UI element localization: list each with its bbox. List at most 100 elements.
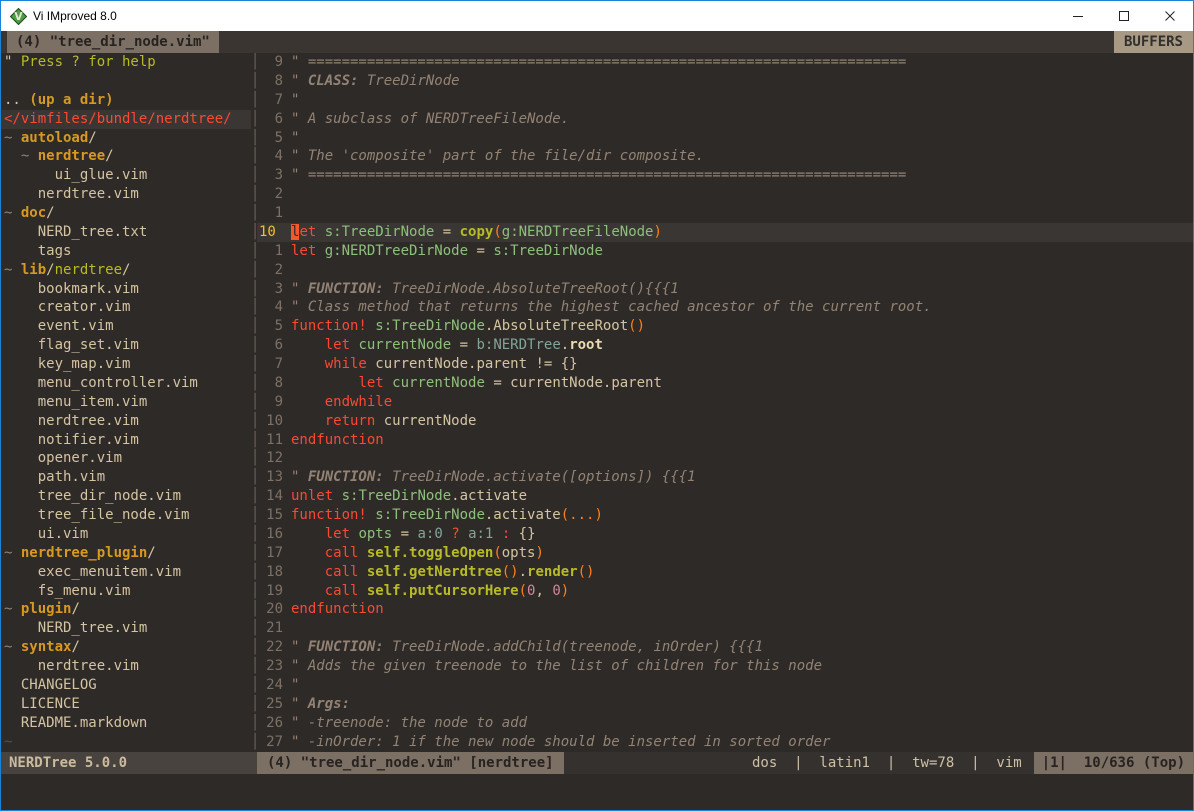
tree-item[interactable]: nerdtree.vim — [1, 412, 251, 431]
tree-item[interactable]: path.vim — [1, 468, 251, 487]
code-text: " Args: — [291, 695, 1193, 714]
code-line[interactable]: 1let g:NERDTreeDirNode = s:TreeDirNode — [257, 242, 1193, 261]
vim-icon: V — [9, 7, 27, 25]
line-number: 10 — [259, 412, 283, 431]
tree-item[interactable]: .. (up a dir) — [1, 91, 251, 110]
editor-panel[interactable]: 9" =====================================… — [257, 53, 1193, 752]
code-line[interactable]: 19 call self.putCursorHere(0, 0) — [257, 582, 1193, 601]
tree-item[interactable]: ~ — [1, 733, 251, 752]
code-text: " Adds the given treenode to the list of… — [291, 657, 1193, 676]
code-line[interactable]: 11endfunction — [257, 431, 1193, 450]
code-line[interactable]: 2 — [257, 261, 1193, 280]
line-number: 17 — [259, 544, 283, 563]
code-line[interactable]: 5function! s:TreeDirNode.AbsoluteTreeRoo… — [257, 317, 1193, 336]
tree-item[interactable]: ~ lib/nerdtree/ — [1, 261, 251, 280]
tree-item[interactable]: notifier.vim — [1, 431, 251, 450]
tree-text: ~ lib/nerdtree/ — [4, 261, 251, 280]
code-line[interactable]: 9" =====================================… — [257, 53, 1193, 72]
tree-item[interactable]: key_map.vim — [1, 355, 251, 374]
code-line[interactable]: 14unlet s:TreeDirNode.activate — [257, 487, 1193, 506]
code-line[interactable]: 4" The 'composite' part of the file/dir … — [257, 147, 1193, 166]
tree-item[interactable]: tree_file_node.vim — [1, 506, 251, 525]
close-button[interactable] — [1147, 1, 1193, 31]
code-line[interactable]: 8" CLASS: TreeDirNode — [257, 72, 1193, 91]
tree-item[interactable]: README.markdown — [1, 714, 251, 733]
command-line[interactable] — [1, 774, 1193, 810]
tab-active[interactable]: (4) "tree_dir_node.vim" — [7, 31, 219, 53]
tree-item[interactable]: creator.vim — [1, 298, 251, 317]
maximize-button[interactable] — [1101, 1, 1147, 31]
code-line[interactable]: 25" Args: — [257, 695, 1193, 714]
code-line[interactable]: 3" =====================================… — [257, 166, 1193, 185]
tree-item[interactable]: ~ autoload/ — [1, 129, 251, 148]
line-number: 19 — [259, 582, 283, 601]
tree-item[interactable]: exec_menuitem.vim — [1, 563, 251, 582]
statusline-file-info: (4) "tree_dir_node.vim" [nerdtree] — [257, 752, 564, 774]
tree-item[interactable]: ~ plugin/ — [1, 600, 251, 619]
tree-item[interactable]: bookmark.vim — [1, 280, 251, 299]
tree-item[interactable]: </vimfiles/bundle/nerdtree/ — [1, 110, 251, 129]
code-line[interactable]: 4" Class method that returns the highest… — [257, 298, 1193, 317]
code-line[interactable]: 26" -treenode: the node to add — [257, 714, 1193, 733]
code-line[interactable]: 22" FUNCTION: TreeDirNode.addChild(treen… — [257, 638, 1193, 657]
code-line[interactable]: 20endfunction — [257, 600, 1193, 619]
code-line[interactable]: 6 let currentNode = b:NERDTree.root — [257, 336, 1193, 355]
tree-text: opener.vim — [4, 449, 251, 468]
code-line[interactable]: 12 — [257, 449, 1193, 468]
tree-item[interactable]: nerdtree.vim — [1, 657, 251, 676]
line-number: 2 — [259, 185, 283, 204]
tree-item[interactable]: ui.vim — [1, 525, 251, 544]
code-line[interactable]: 24" — [257, 676, 1193, 695]
tree-text: " Press ? for help — [4, 53, 251, 72]
tree-text: tree_file_node.vim — [4, 506, 251, 525]
code-line[interactable]: 5" — [257, 129, 1193, 148]
tree-item[interactable]: menu_controller.vim — [1, 374, 251, 393]
code-line[interactable]: 2 — [257, 185, 1193, 204]
code-line[interactable]: 17 call self.toggleOpen(opts) — [257, 544, 1193, 563]
minimize-button[interactable] — [1055, 1, 1101, 31]
code-line[interactable]: 7" — [257, 91, 1193, 110]
tree-item[interactable]: NERD_tree.vim — [1, 619, 251, 638]
code-line[interactable]: 9 endwhile — [257, 393, 1193, 412]
tree-item[interactable]: " Press ? for help — [1, 53, 251, 72]
code-line[interactable]: 6" A subclass of NERDTreeFileNode. — [257, 110, 1193, 129]
tree-item[interactable]: tags — [1, 242, 251, 261]
tree-item[interactable]: ~ syntax/ — [1, 638, 251, 657]
code-line[interactable]: 15function! s:TreeDirNode.activate(...) — [257, 506, 1193, 525]
code-line[interactable]: 27" -inOrder: 1 if the new node should b… — [257, 733, 1193, 752]
code-line[interactable]: 18 call self.getNerdtree().render() — [257, 563, 1193, 582]
tree-item[interactable]: menu_item.vim — [1, 393, 251, 412]
tree-item[interactable] — [1, 72, 251, 91]
tree-item[interactable]: ~ nerdtree/ — [1, 147, 251, 166]
line-number: 7 — [259, 355, 283, 374]
tree-text: .. (up a dir) — [4, 91, 251, 110]
code-line[interactable]: 8 let currentNode = currentNode.parent — [257, 374, 1193, 393]
tree-item[interactable]: tree_dir_node.vim — [1, 487, 251, 506]
code-line[interactable]: 1 — [257, 204, 1193, 223]
code-line[interactable]: 13" FUNCTION: TreeDirNode.activate([opti… — [257, 468, 1193, 487]
tree-item[interactable]: fs_menu.vim — [1, 582, 251, 601]
tree-item[interactable]: nerdtree.vim — [1, 185, 251, 204]
code-line[interactable]: 10 return currentNode — [257, 412, 1193, 431]
tree-item[interactable]: flag_set.vim — [1, 336, 251, 355]
code-line[interactable]: 16 let opts = a:0 ? a:1 : {} — [257, 525, 1193, 544]
code-line[interactable]: 10let s:TreeDirNode = copy(g:NERDTreeFil… — [257, 223, 1193, 242]
code-line[interactable]: 23" Adds the given treenode to the list … — [257, 657, 1193, 676]
code-text: let currentNode = b:NERDTree.root — [291, 336, 1193, 355]
tree-item[interactable]: ~ nerdtree_plugin/ — [1, 544, 251, 563]
line-number: 9 — [259, 393, 283, 412]
tree-item[interactable]: NERD_tree.txt — [1, 223, 251, 242]
tree-item[interactable]: event.vim — [1, 317, 251, 336]
code-line[interactable]: 21 — [257, 619, 1193, 638]
line-number: 13 — [259, 468, 283, 487]
tree-item[interactable]: LICENCE — [1, 695, 251, 714]
tree-item[interactable]: ~ doc/ — [1, 204, 251, 223]
nerdtree-panel[interactable]: " Press ? for help .. (up a dir)</vimfile… — [1, 53, 251, 752]
tree-item[interactable]: CHANGELOG — [1, 676, 251, 695]
tree-item[interactable]: opener.vim — [1, 449, 251, 468]
code-text: endfunction — [291, 431, 1193, 450]
code-line[interactable]: 3" FUNCTION: TreeDirNode.AbsoluteTreeRoo… — [257, 280, 1193, 299]
tree-item[interactable]: ui_glue.vim — [1, 166, 251, 185]
code-line[interactable]: 7 while currentNode.parent != {} — [257, 355, 1193, 374]
statusline-position: |1| 10/636 (Top) — [1034, 752, 1193, 774]
